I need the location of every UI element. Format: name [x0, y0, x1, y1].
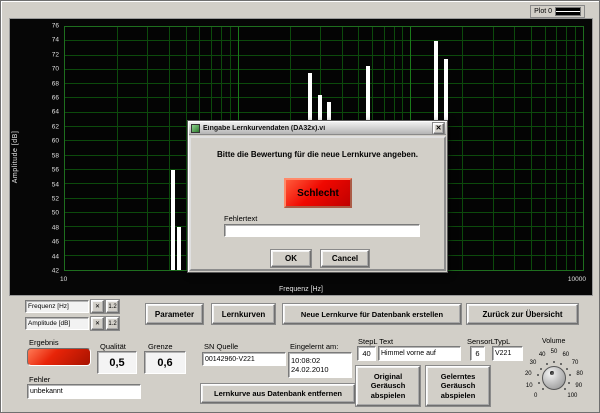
x-axis-title: Frequenz [Hz] — [10, 286, 592, 293]
eingelernt-date: 24.02.2010 — [291, 365, 329, 374]
original-geraeusch-button[interactable]: Original Geräusch abspielen — [356, 366, 420, 406]
sn-quelle-label: SN Quelle — [204, 342, 238, 351]
grenze-value: 0,6 — [144, 351, 186, 374]
frequency-axis-lock-button[interactable]: ✕ — [91, 300, 104, 313]
plot-legend-label: Plot 0 — [534, 8, 552, 15]
amplitude-axis-lock-button[interactable]: ✕ — [91, 317, 104, 330]
plot-legend-line-sample — [555, 7, 581, 16]
ergebnis-label: Ergebnis — [29, 338, 59, 347]
volume-knob[interactable]: 0102030405060708090100 — [522, 346, 588, 410]
frequency-axis-cluster: Frequenz [Hz] ✕ 1.2 — [25, 300, 119, 313]
grenze-label: Grenze — [148, 342, 173, 351]
volume-label: Volume — [542, 338, 565, 345]
step-text-value: Himmel vorne auf — [378, 346, 461, 361]
neue-lernkurve-button[interactable]: Neue Lernkurve für Datenbank erstellen — [283, 304, 461, 324]
plot-legend[interactable]: Plot 0 — [530, 5, 585, 18]
dialog-body: Bitte die Bewertung für die neue Lernkur… — [189, 136, 446, 271]
amplitude-axis-cluster: Amplitude [dB] ✕ 1.2 — [25, 317, 119, 330]
sensorl-label: SensorL — [467, 337, 495, 346]
y-axis-title: Amplitude [dB] — [12, 131, 19, 184]
dialog-close-icon[interactable]: ✕ — [433, 123, 444, 134]
parameter-button[interactable]: Parameter — [146, 304, 203, 324]
gelerntes-geraeusch-button[interactable]: Gelerntes Geräusch abspielen — [426, 366, 490, 406]
fehlertext-label: Fehlertext — [224, 214, 257, 223]
volume-knob-dial[interactable] — [542, 366, 566, 390]
qualitaet-label: Qualität — [100, 342, 126, 351]
amplitude-axis-control[interactable]: Amplitude [dB] — [25, 317, 89, 330]
zurueck-uebersicht-button[interactable]: Zurück zur Übersicht — [467, 304, 578, 324]
app-window: Plot 0 Amplitude [dB] 767472706866646260… — [0, 0, 600, 413]
eingelernt-label: Eingelernt am: — [290, 342, 338, 351]
x-tick-max: 10000 — [568, 276, 586, 283]
amplitude-axis-format-button[interactable]: 1.2 — [106, 317, 119, 330]
stepl-value: 40 — [357, 346, 376, 361]
dialog-title: Eingabe Lernkurvendaten (DA32x).vi — [203, 125, 430, 132]
y-axis: 767472706866646260585654525048464442 — [36, 26, 62, 271]
typl-label: TypL — [494, 337, 510, 346]
volume-knob-pointer — [550, 371, 554, 375]
remove-lernkurve-button[interactable]: Lernkurve aus Datenbank entfernen — [201, 384, 355, 403]
lernkurve-dialog: Eingabe Lernkurvendaten (DA32x).vi ✕ Bit… — [187, 120, 448, 273]
frequency-axis-format-button[interactable]: 1.2 — [106, 300, 119, 313]
rating-schlecht-button[interactable]: Schlecht — [284, 178, 352, 208]
vi-icon — [191, 124, 200, 133]
qualitaet-value: 0,5 — [97, 351, 137, 374]
frequency-axis-control[interactable]: Frequenz [Hz] — [25, 300, 89, 313]
ok-button[interactable]: OK — [271, 250, 311, 267]
fehler-label: Fehler — [29, 375, 50, 384]
fehler-value: unbekannt — [27, 384, 141, 399]
x-tick-min: 10 — [60, 276, 67, 283]
typl-value: V221 — [492, 346, 523, 361]
eingelernt-value: 10:08:02 24.02.2010 — [288, 352, 352, 378]
cancel-button[interactable]: Cancel — [321, 250, 369, 267]
eingelernt-time: 10:08:02 — [291, 356, 320, 365]
stepl-text-label: StepL Text — [358, 337, 393, 346]
lernkurven-button[interactable]: Lernkurven — [212, 304, 275, 324]
sensorl-value: 6 — [470, 346, 485, 361]
fehlertext-input[interactable] — [224, 224, 420, 237]
dialog-message: Bitte die Bewertung für die neue Lernkur… — [191, 150, 444, 159]
ergebnis-led — [27, 348, 91, 366]
sn-quelle-value: 00142960-V221 — [202, 352, 286, 366]
dialog-titlebar[interactable]: Eingabe Lernkurvendaten (DA32x).vi ✕ — [189, 122, 446, 135]
